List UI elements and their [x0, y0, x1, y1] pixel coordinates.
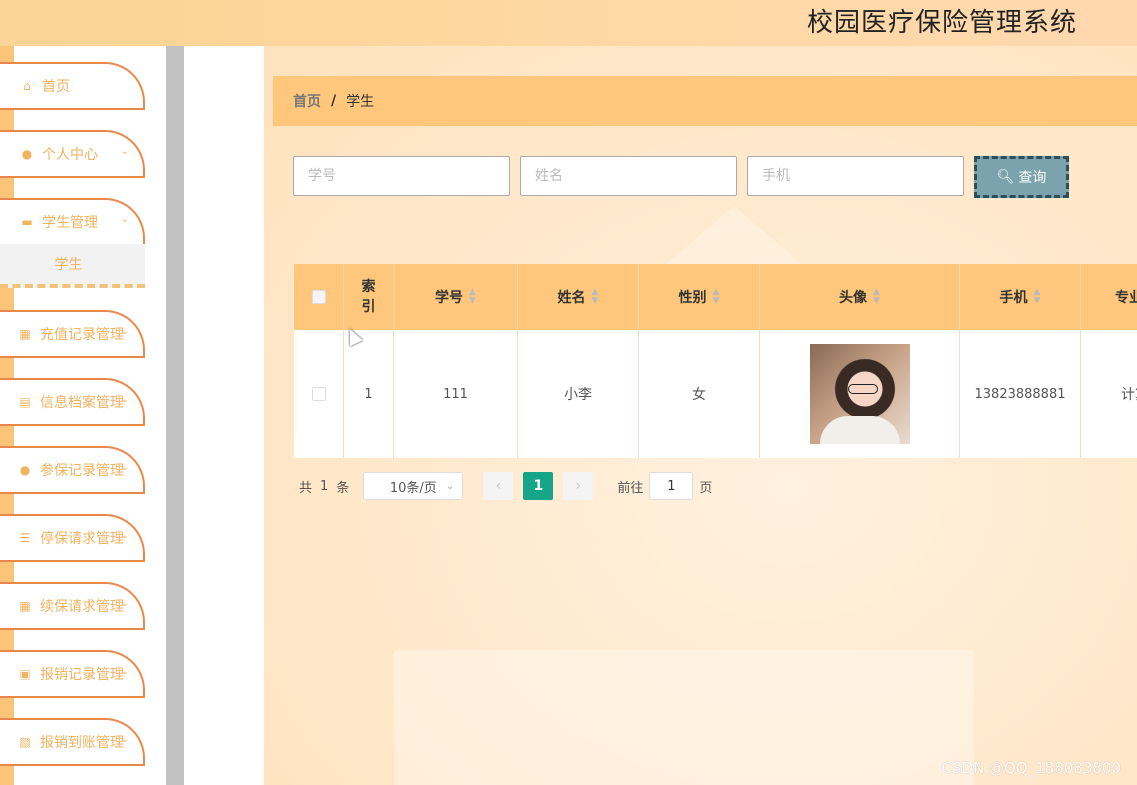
- book-icon: ▤: [19, 395, 31, 409]
- goto-prefix: 前往: [617, 480, 644, 496]
- sidebar-item-suspension-requests[interactable]: ☰ 停保请求管理 ⌄: [0, 514, 145, 562]
- breadcrumb: 首页 / 学生: [273, 76, 1137, 126]
- grid-icon: ▦: [19, 327, 31, 341]
- sidebar-item-reimbursement-records[interactable]: ▣ 报销记录管理 ⌄: [0, 650, 145, 698]
- watermark: CSDN @QQ_188083800: [941, 759, 1121, 777]
- phone-input[interactable]: [747, 156, 964, 196]
- chart-icon: ▧: [19, 735, 31, 749]
- goto-suffix: 页: [699, 480, 713, 496]
- row-checkbox[interactable]: [311, 387, 326, 401]
- sidebar: ⌂ 首页 ● 个人中心 ⌄ ▬ 学生管理 ⌄ 学生 ▦ 充值记录管理 ⌄ ▤ 信…: [0, 46, 166, 785]
- sidebar-item-label: 首页: [42, 79, 70, 95]
- sidebar-item-student-management[interactable]: ▬ 学生管理 ⌄: [0, 198, 145, 246]
- select-all-checkbox[interactable]: [311, 290, 326, 304]
- table-row: 1 111 小李 女 13823888881 计算: [294, 330, 1137, 458]
- header-student-id[interactable]: 学号 ▲ ▼: [394, 264, 518, 330]
- sort-icon[interactable]: ▲ ▼: [713, 288, 720, 306]
- sidebar-item-renewal-requests[interactable]: ▦ 续保请求管理 ⌄: [0, 582, 145, 630]
- sidebar-item-home[interactable]: ⌂ 首页: [0, 62, 145, 110]
- sort-icon[interactable]: ▲ ▼: [1034, 288, 1041, 306]
- pager-total: 1: [320, 478, 329, 494]
- row-select[interactable]: [294, 330, 344, 458]
- sort-icon[interactable]: ▲ ▼: [469, 288, 476, 306]
- sidebar-item-label: 参保记录管理: [40, 463, 124, 479]
- sidebar-item-label: 充值记录管理: [40, 327, 124, 343]
- sidebar-subitem-student[interactable]: 学生: [0, 244, 145, 288]
- ticket-icon: ▬: [21, 215, 33, 229]
- header-major[interactable]: 专业: [1081, 264, 1137, 330]
- user-icon: ●: [19, 463, 31, 477]
- search-icon: 🔍︎: [996, 169, 1015, 185]
- sidebar-item-label: 学生管理: [42, 215, 98, 231]
- sidebar-item-label: 报销记录管理: [40, 667, 124, 683]
- prev-page-button[interactable]: ‹: [483, 472, 514, 500]
- sidebar-item-label: 报销到账管理: [40, 735, 124, 751]
- query-button[interactable]: 🔍︎ 查询: [974, 156, 1069, 198]
- header-gender[interactable]: 性别 ▲ ▼: [639, 264, 760, 330]
- chevron-down-icon: ⌄: [120, 530, 129, 541]
- chevron-down-icon: ⌄: [120, 462, 129, 473]
- goto-page-input[interactable]: 1: [649, 472, 694, 500]
- sidebar-scrollbar[interactable]: [166, 46, 184, 785]
- pager-total-prefix: 共: [299, 480, 313, 496]
- chevron-right-icon: ›: [575, 478, 582, 494]
- sidebar-item-recharge-records[interactable]: ▦ 充值记录管理 ⌄: [0, 310, 145, 358]
- app-title: 校园医疗保险管理系统: [806, 8, 1077, 38]
- student-table: 索引 学号 ▲ ▼ 姓名 ▲ ▼ 性别 ▲ ▼ 头像 ▲ ▼ 手机 ▲ ▼ 专业 1 111 小李 …: [294, 264, 1137, 458]
- pagination: 共 1 条 10条/页 ⌄ ‹ 1 › 前往 1 页: [299, 472, 712, 500]
- sidebar-item-insurance-records[interactable]: ● 参保记录管理 ⌄: [0, 446, 145, 494]
- header-select-all[interactable]: [294, 264, 344, 330]
- breadcrumb-home[interactable]: 首页: [293, 91, 321, 111]
- header-index: 索引: [344, 264, 394, 330]
- next-page-button[interactable]: ›: [563, 472, 594, 500]
- sort-icon[interactable]: ▲ ▼: [592, 288, 599, 306]
- chevron-down-icon: ⌄: [120, 394, 129, 405]
- header-avatar[interactable]: 头像 ▲ ▼: [760, 264, 960, 330]
- sidebar-item-label: 停保请求管理: [40, 531, 124, 547]
- query-button-label: 查询: [1018, 170, 1047, 186]
- content-gutter: [184, 46, 264, 785]
- sidebar-item-reimbursement-arrival[interactable]: ▧ 报销到账管理 ⌄: [0, 718, 145, 766]
- chevron-down-icon: ⌄: [120, 734, 129, 745]
- cell-gender: 女: [639, 330, 760, 458]
- avatar: [809, 344, 910, 444]
- list-icon: ☰: [19, 531, 31, 545]
- chevron-left-icon: ‹: [495, 478, 502, 494]
- main-content: 首页 / 学生 🔍︎ 查询 索引 学号▲▼ 姓名▲▼ 性别▲▼ 头像▲▼ 手机▲…: [264, 46, 1137, 785]
- sidebar-item-personal-center[interactable]: ● 个人中心 ⌄: [0, 130, 145, 178]
- cell-student-id: 111: [394, 330, 518, 458]
- sidebar-item-label: 个人中心: [42, 147, 98, 163]
- home-icon: ⌂: [23, 79, 31, 93]
- cell-avatar: [760, 330, 960, 458]
- chevron-down-icon: ⌄: [445, 480, 455, 492]
- sidebar-item-info-archives[interactable]: ▤ 信息档案管理 ⌄: [0, 378, 145, 426]
- chevron-down-icon: ⌄: [120, 326, 129, 337]
- table-header: 索引 学号 ▲ ▼ 姓名 ▲ ▼ 性别 ▲ ▼ 头像 ▲ ▼ 手机 ▲ ▼ 专业: [294, 264, 1137, 330]
- breadcrumb-current: 学生: [346, 94, 375, 110]
- chevron-down-icon: ⌄: [120, 146, 129, 157]
- cell-major: 计算: [1081, 330, 1137, 458]
- name-input[interactable]: [520, 156, 737, 196]
- page-number-button[interactable]: 1: [523, 472, 554, 500]
- sort-icon[interactable]: ▲ ▼: [873, 288, 880, 306]
- clipboard-icon: ▣: [19, 667, 31, 681]
- chevron-down-icon: ⌄: [120, 666, 129, 677]
- top-bar: 校园医疗保险管理系统: [0, 0, 1137, 46]
- cell-phone: 13823888881: [960, 330, 1081, 458]
- chevron-down-icon: ⌄: [120, 214, 129, 225]
- pager-total-suffix: 条: [336, 480, 350, 496]
- background-decoration: [394, 650, 974, 785]
- sidebar-item-label: 续保请求管理: [40, 599, 124, 615]
- chevron-down-icon: ⌄: [120, 598, 129, 609]
- breadcrumb-separator: /: [331, 93, 337, 109]
- grid-icon: ▦: [19, 599, 31, 613]
- student-id-input[interactable]: [293, 156, 510, 196]
- header-phone[interactable]: 手机 ▲ ▼: [960, 264, 1081, 330]
- sidebar-item-label: 信息档案管理: [40, 395, 124, 411]
- cell-index: 1: [344, 330, 394, 458]
- user-icon: ●: [21, 147, 33, 161]
- header-name[interactable]: 姓名 ▲ ▼: [518, 264, 639, 330]
- page-size-select[interactable]: 10条/页 ⌄: [363, 472, 464, 500]
- cell-name: 小李: [518, 330, 639, 458]
